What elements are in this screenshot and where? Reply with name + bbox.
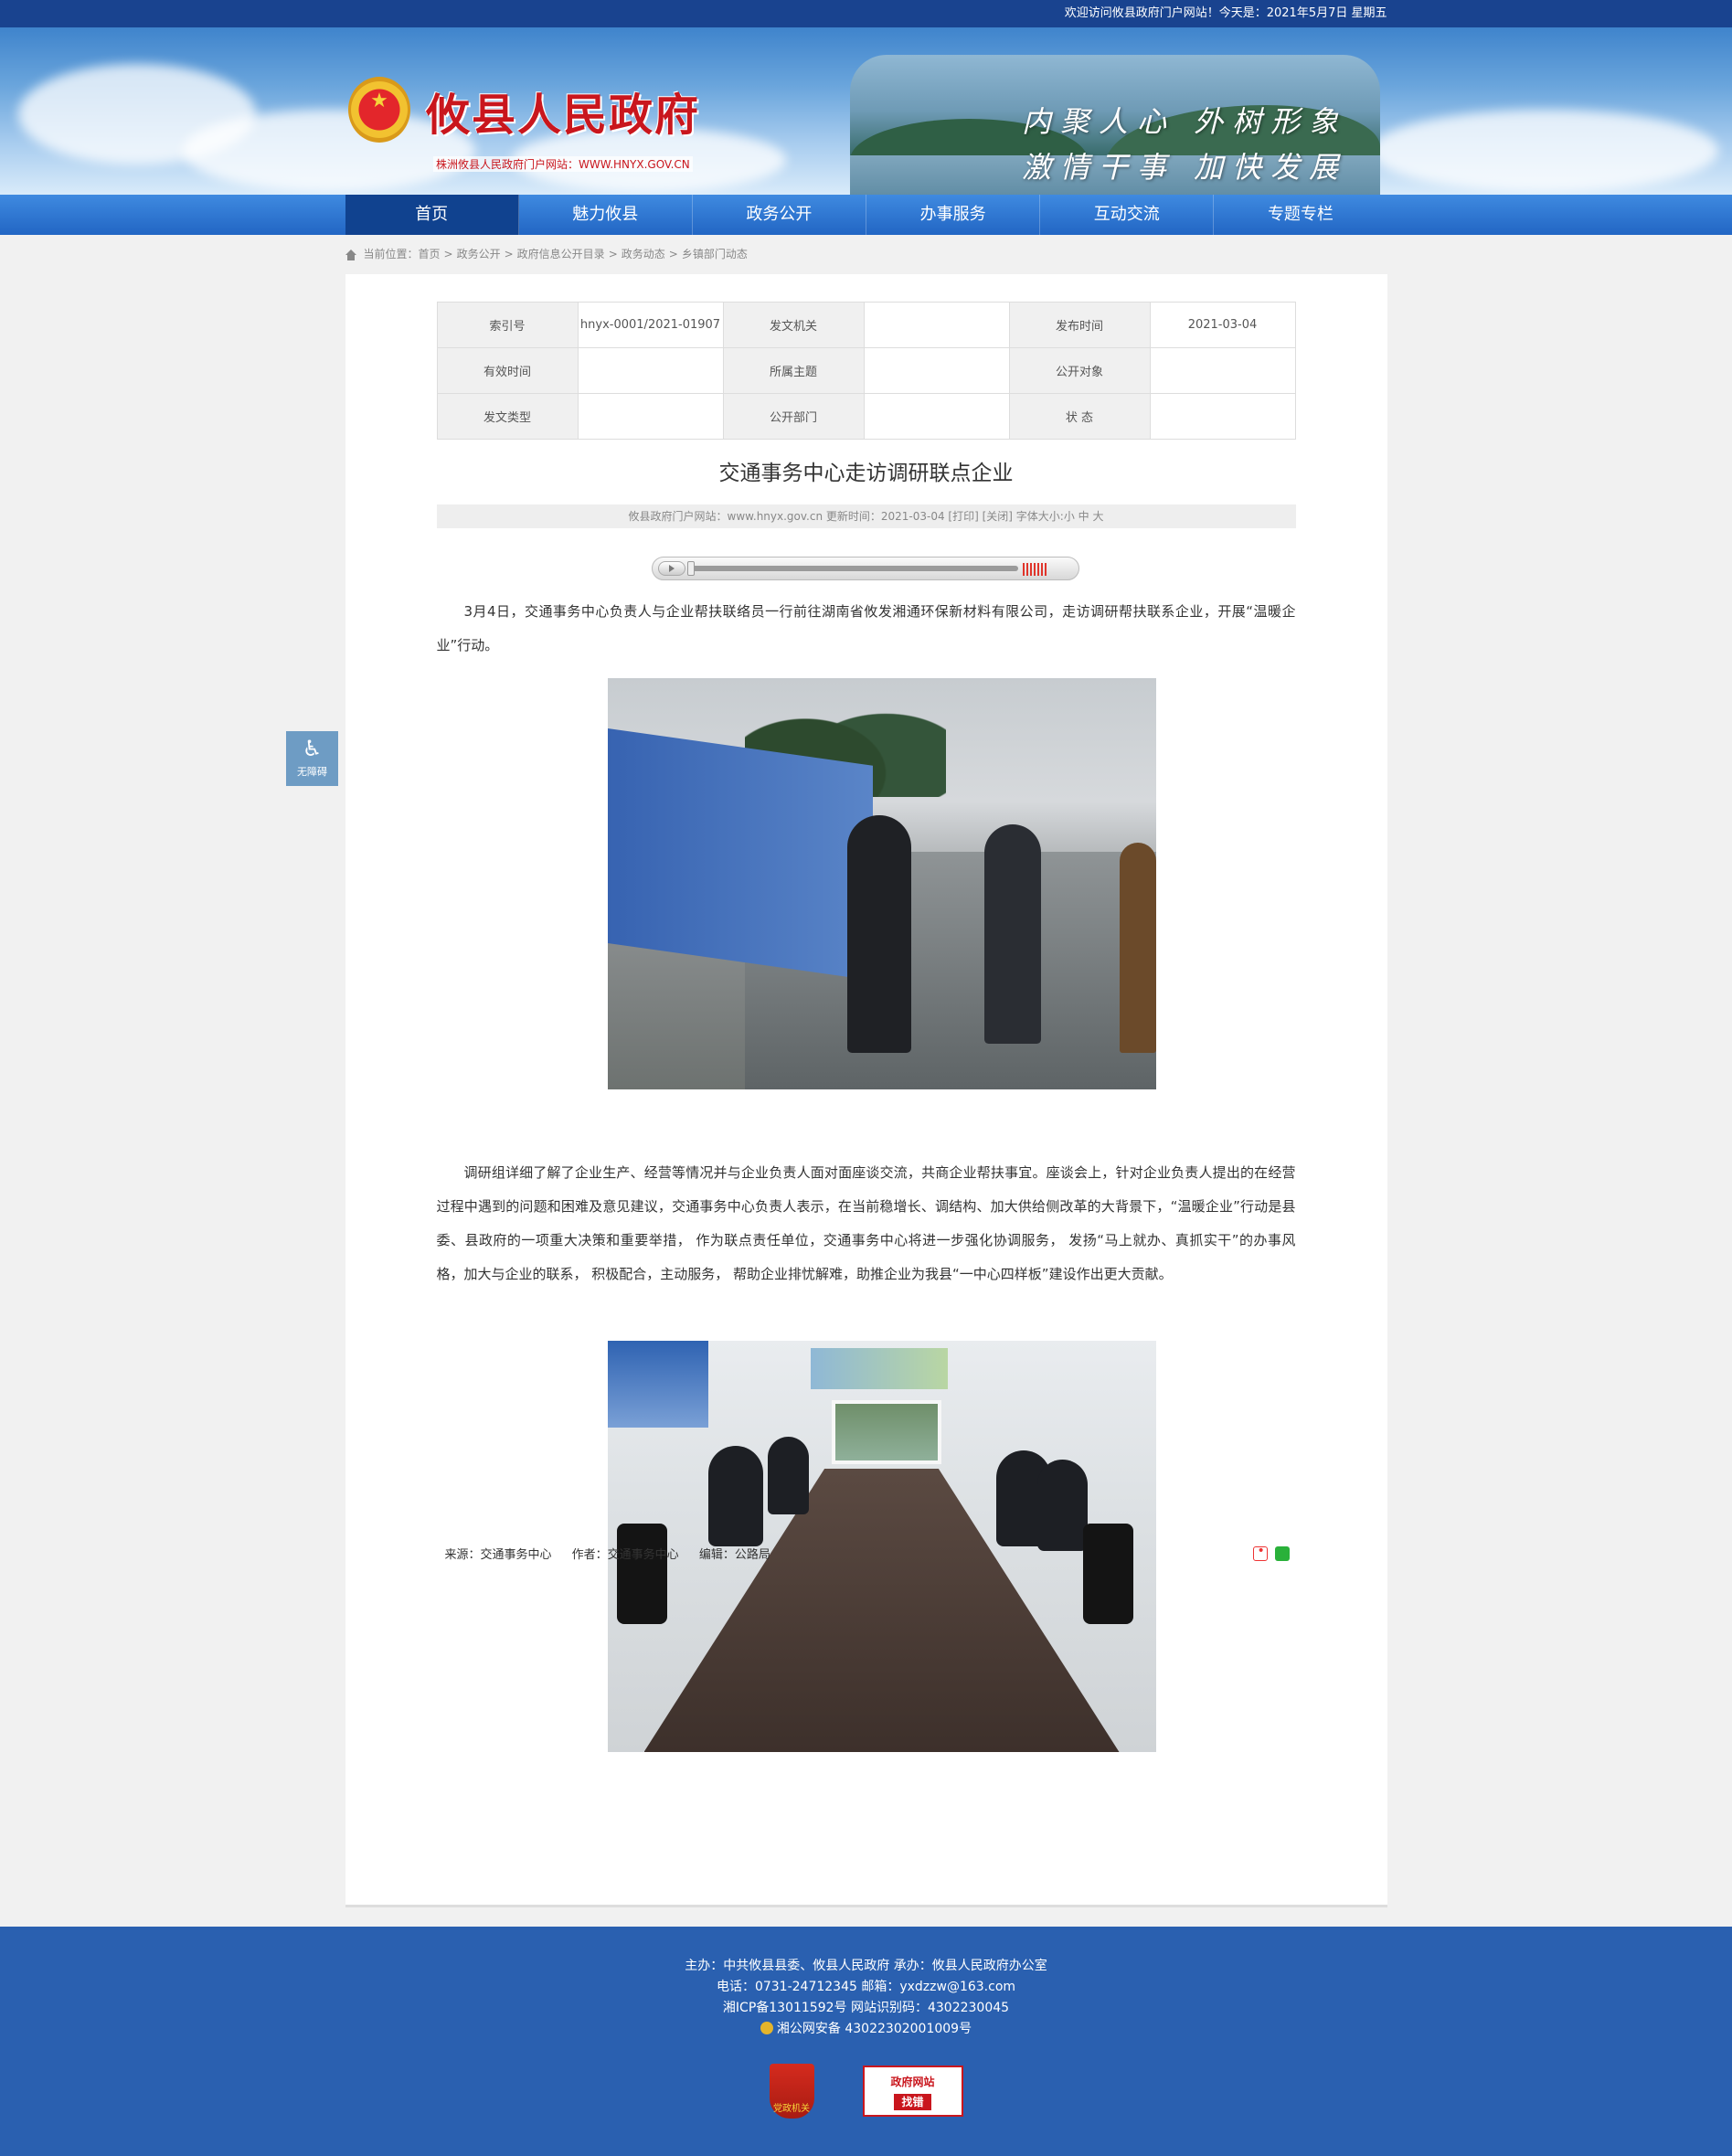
- site-name[interactable]: 攸县人民政府: [426, 79, 700, 143]
- meta-key: 状 态: [1008, 393, 1151, 440]
- audio-progress-track[interactable]: [688, 566, 1018, 571]
- meta-value: [863, 393, 1010, 440]
- volume-icon[interactable]: [1022, 563, 1047, 576]
- gov-badge-sub: 找错: [894, 2094, 931, 2110]
- table-row: 有效时间 所属主题 公开对象: [436, 347, 1296, 394]
- party-gov-badge[interactable]: 党政机关: [769, 2064, 814, 2119]
- welcome-text: 欢迎访问攸县政府门户网站！今天是：2021年5月7日 星期五: [1064, 6, 1387, 20]
- article-title: 交通事务中心走访调研联点企业: [718, 462, 1014, 485]
- audio-player[interactable]: [651, 557, 1079, 580]
- site-url: 株洲攸县人民政府门户网站：WWW.HNYX.GOV.CN: [433, 156, 693, 172]
- breadcrumb-item-home[interactable]: 首页: [419, 235, 441, 274]
- breadcrumb-item-catalog[interactable]: 政府信息公开目录: [517, 235, 605, 274]
- top-bar: 欢迎访问攸县政府门户网站！今天是：2021年5月7日 星期五: [0, 0, 1732, 27]
- nav-item-gov-affairs[interactable]: 政务公开: [693, 195, 867, 235]
- article-paragraph-2: 调研组详细了解了企业生产、经营等情况并与企业负责人面对面座谈交流，共商企业帮扶事…: [436, 1164, 1296, 1282]
- article-info-bar[interactable]: 攸县政府门户网站：www.hnyx.gov.cn 更新时间：2021-03-04…: [436, 504, 1296, 528]
- meta-value: [577, 393, 724, 440]
- gov-site-report-badge[interactable]: 政府网站 找错: [862, 2066, 963, 2117]
- gov-badge-title: 政府网站: [890, 2076, 935, 2088]
- weibo-share-icon[interactable]: [1252, 1544, 1268, 1561]
- footer-sponsor: 主办：中共攸县县委、攸县人民政府 承办：攸县人民政府办公室: [685, 1959, 1047, 1973]
- breadcrumb-item-dept-news[interactable]: 乡镇部门动态: [682, 235, 748, 274]
- footer-contact: 电话：0731-24712345 邮箱：yxdzzw@163.com: [716, 1980, 1016, 1994]
- breadcrumb-item-gov-affairs[interactable]: 政务公开: [457, 235, 501, 274]
- article-author: 作者：交通事务中心: [571, 1548, 679, 1562]
- audio-progress-handle[interactable]: [686, 561, 695, 576]
- article-editor: 编辑：公路局: [698, 1548, 770, 1562]
- share-buttons: [1252, 1544, 1290, 1561]
- home-icon: [345, 249, 356, 260]
- breadcrumb-item-news[interactable]: 政务动态: [622, 235, 665, 274]
- table-row: 索引号 hnyx-0001/2021-01907 发文机关 发布时间 2021-…: [436, 302, 1296, 348]
- meta-table: 索引号 hnyx-0001/2021-01907 发文机关 发布时间 2021-…: [436, 302, 1296, 440]
- meta-value: [1149, 393, 1296, 440]
- accessibility-label: 无障碍: [297, 766, 327, 778]
- meta-value: hnyx-0001/2021-01907: [577, 302, 724, 348]
- meta-value: [863, 302, 1010, 348]
- article-source: 来源：交通事务中心: [444, 1548, 552, 1562]
- meta-value: [577, 347, 724, 394]
- meta-key: 公开对象: [1008, 347, 1151, 394]
- police-badge-icon: [760, 2022, 773, 2034]
- breadcrumb: 当前位置： 首页 > 政务公开 > 政府信息公开目录 > 政务动态 > 乡镇部门动态: [345, 235, 1387, 274]
- meta-key: 发布时间: [1008, 302, 1151, 348]
- meta-key: 所属主题: [722, 347, 865, 394]
- breadcrumb-label: 当前位置：: [363, 248, 419, 260]
- footer-police-record[interactable]: 湘公网安备 43022302001009号: [0, 2019, 1732, 2040]
- play-icon[interactable]: [657, 561, 685, 576]
- meta-key: 公开部门: [722, 393, 865, 440]
- wheelchair-icon: ♿: [302, 736, 323, 761]
- cloud-decoration: [1371, 110, 1718, 192]
- nav-item-services[interactable]: 办事服务: [866, 195, 1041, 235]
- nav-item-home[interactable]: 首页: [345, 195, 519, 235]
- meta-key: 发文类型: [436, 393, 579, 440]
- article-card: 索引号 hnyx-0001/2021-01907 发文机关 发布时间 2021-…: [345, 274, 1387, 1907]
- national-emblem-icon: [348, 77, 410, 143]
- meta-key: 有效时间: [436, 347, 579, 394]
- accessibility-button[interactable]: ♿ 无障碍: [286, 731, 338, 786]
- site-footer: 主办：中共攸县县委、攸县人民政府 承办：攸县人民政府办公室 电话：0731-24…: [0, 1927, 1732, 2156]
- article-credits: 来源：交通事务中心 作者：交通事务中心 编辑：公路局: [445, 1545, 787, 1562]
- nav-item-topics[interactable]: 专题专栏: [1214, 195, 1387, 235]
- slogan-line-1: 内聚人心 外树形象: [1022, 104, 1348, 139]
- footer-icp[interactable]: 湘ICP备13011592号 网站识别码：4302230045: [0, 1998, 1732, 2019]
- article-paragraph-1: 3月4日，交通事务中心负责人与企业帮扶联络员一行前往湖南省攸发湘通环保新材料有限…: [436, 603, 1296, 653]
- nav-item-interaction[interactable]: 互动交流: [1040, 195, 1215, 235]
- slogan-line-2: 激情干事 加快发展: [1022, 150, 1348, 185]
- site-banner: 攸县人民政府 株洲攸县人民政府门户网站：WWW.HNYX.GOV.CN 内聚人心…: [0, 27, 1732, 195]
- article-photo-visit: [607, 678, 1156, 1089]
- meta-value: 2021-03-04: [1149, 302, 1296, 348]
- table-row: 发文类型 公开部门 状 态: [436, 393, 1296, 440]
- meta-key: 索引号: [436, 302, 579, 348]
- wechat-share-icon[interactable]: [1274, 1546, 1290, 1561]
- meta-key: 发文机关: [722, 302, 865, 348]
- meta-value: [1149, 347, 1296, 394]
- meta-value: [863, 347, 1010, 394]
- nav-item-charm[interactable]: 魅力攸县: [519, 195, 693, 235]
- main-nav: 首页 魅力攸县 政务公开 办事服务 互动交流 专题专栏: [0, 195, 1732, 235]
